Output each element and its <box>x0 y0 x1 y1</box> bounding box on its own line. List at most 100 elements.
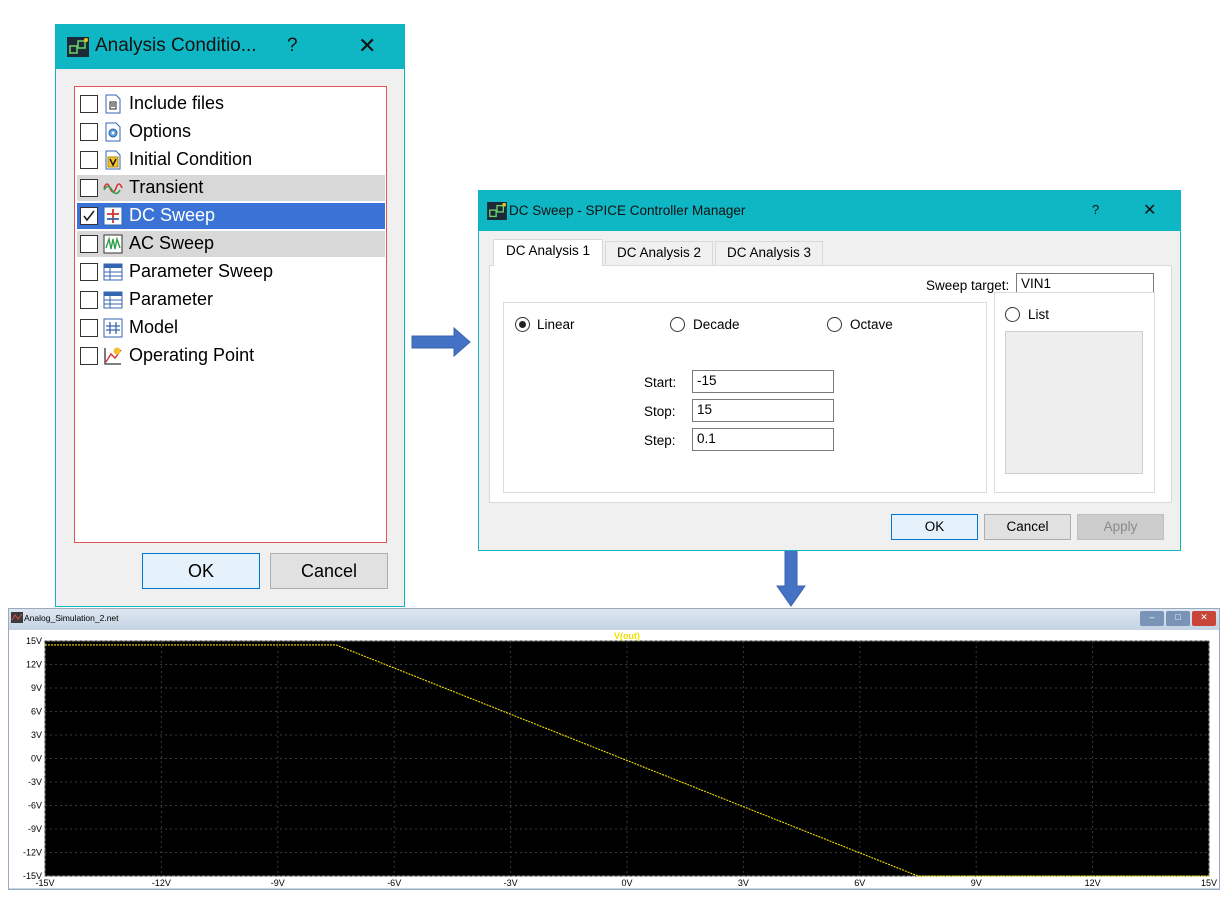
y-tick-label: -12V <box>23 848 42 858</box>
operating-point-icon <box>104 347 122 365</box>
dialog-title-bar[interactable]: DC Sweep - SPICE Controller Manager ? ✕ <box>479 191 1180 231</box>
checkbox[interactable] <box>80 207 98 225</box>
list-item-parameter[interactable]: Parameter <box>77 287 385 313</box>
minimize-button[interactable]: – <box>1140 611 1164 626</box>
options-gear-icon <box>105 122 121 142</box>
list-label: List <box>1028 307 1050 322</box>
y-tick-label: -15V <box>23 871 42 881</box>
item-label: DC Sweep <box>129 205 216 225</box>
right-arrow-icon <box>411 326 471 358</box>
item-label: Transient <box>129 177 204 197</box>
down-arrow-icon <box>776 546 806 607</box>
parameter-sweep-icon <box>103 263 123 281</box>
stop-field[interactable]: 15 <box>692 399 834 422</box>
tab-dc-analysis-1[interactable]: DC Analysis 1 <box>493 239 603 266</box>
plot-area: -15V -12V -9V -6V -3V 0V 3V 6V 9V 12V 15V 15V 12V 9V 6… <box>9 630 1219 888</box>
checkmark-icon <box>83 210 95 222</box>
y-tick-label: -3V <box>28 777 42 787</box>
ok-button[interactable]: OK <box>142 553 260 589</box>
y-tick-label: 6V <box>31 707 42 717</box>
y-tick-label: 0V <box>31 754 42 764</box>
checkbox[interactable] <box>80 291 98 309</box>
checkbox[interactable] <box>80 235 98 253</box>
x-tick-label: -9V <box>271 878 285 888</box>
analysis-conditions-dialog: Analysis Conditio... ? ✕ Include files O… <box>55 24 405 607</box>
checkbox[interactable] <box>80 347 98 365</box>
step-label: Step: <box>644 433 676 448</box>
list-radio[interactable] <box>1005 307 1020 322</box>
window-title: Analog_Simulation_2.net <box>24 613 119 623</box>
list-item-dc-sweep[interactable]: DC Sweep <box>77 203 385 229</box>
tab-panel: Sweep target: VIN1 Linear Decade Octave … <box>489 265 1172 503</box>
close-button[interactable]: ✕ <box>1192 611 1216 626</box>
help-button[interactable]: ? <box>287 35 298 57</box>
window-title-bar[interactable]: Analog_Simulation_2.net – □ ✕ <box>9 609 1219 630</box>
list-item-ac-sweep[interactable]: AC Sweep <box>77 231 385 257</box>
item-label: Options <box>129 121 192 141</box>
start-field[interactable]: -15 <box>692 370 834 393</box>
app-logo-icon <box>487 202 507 220</box>
checkbox[interactable] <box>80 151 98 169</box>
app-logo-icon <box>67 37 89 57</box>
list-group: List <box>994 292 1155 493</box>
linear-radio[interactable] <box>515 317 530 332</box>
dc-sweep-icon <box>103 206 123 226</box>
list-item-model[interactable]: Model <box>77 315 385 341</box>
tab-dc-analysis-2[interactable]: DC Analysis 2 <box>605 241 713 265</box>
y-tick-label: -9V <box>28 824 42 834</box>
item-label: Operating Point <box>129 345 255 365</box>
plot-title: V(out) <box>614 631 640 641</box>
x-tick-label: 12V <box>1085 878 1101 888</box>
x-tick-label: -6V <box>387 878 401 888</box>
list-values-box[interactable] <box>1005 331 1143 474</box>
close-icon[interactable]: ✕ <box>1143 200 1156 220</box>
checkbox[interactable] <box>80 263 98 281</box>
dialog-title: Analysis Conditio... <box>95 35 257 56</box>
cancel-button[interactable]: Cancel <box>270 553 388 589</box>
close-icon[interactable]: ✕ <box>358 33 376 59</box>
cancel-button[interactable]: Cancel <box>984 514 1071 540</box>
checkbox[interactable] <box>80 123 98 141</box>
y-tick-label: 9V <box>31 683 42 693</box>
step-field[interactable]: 0.1 <box>692 428 834 451</box>
x-tick-label: 3V <box>738 878 749 888</box>
sweep-settings-group: Linear Decade Octave Start: -15 Stop: 15… <box>503 302 987 493</box>
decade-label: Decade <box>693 317 740 332</box>
checkbox[interactable] <box>80 319 98 337</box>
item-label: Parameter Sweep <box>129 261 274 281</box>
item-label: Parameter <box>129 289 214 309</box>
start-label: Start: <box>644 375 677 390</box>
item-label: Model <box>129 317 179 337</box>
octave-radio[interactable] <box>827 317 842 332</box>
parameter-icon <box>103 291 123 309</box>
checkbox[interactable] <box>80 95 98 113</box>
waveform-plot[interactable]: -15V -12V -9V -6V -3V 0V 3V 6V 9V 12V 15V 15V 12V 9V 6… <box>9 630 1219 888</box>
x-tick-label: -12V <box>152 878 171 888</box>
dc-sweep-dialog: DC Sweep - SPICE Controller Manager ? ✕ … <box>478 190 1181 551</box>
x-tick-label: 15V <box>1201 878 1217 888</box>
decade-radio[interactable] <box>670 317 685 332</box>
checkbox[interactable] <box>80 179 98 197</box>
apply-button[interactable]: Apply <box>1077 514 1164 540</box>
list-item-initial-condition[interactable]: Initial Condition <box>77 147 385 173</box>
sweep-target-label: Sweep target: <box>926 278 1010 293</box>
list-item-include-files[interactable]: Include files <box>77 91 385 117</box>
list-item-options[interactable]: Options <box>77 119 385 145</box>
list-item-parameter-sweep[interactable]: Parameter Sweep <box>77 259 385 285</box>
ok-button[interactable]: OK <box>891 514 978 540</box>
analysis-type-list: Include files Options Initial Condition … <box>74 86 387 543</box>
tab-dc-analysis-3[interactable]: DC Analysis 3 <box>715 241 823 265</box>
octave-label: Octave <box>850 317 893 332</box>
list-item-transient[interactable]: Transient <box>77 175 385 201</box>
help-button[interactable]: ? <box>1092 202 1099 217</box>
stop-label: Stop: <box>644 404 676 419</box>
linear-label: Linear <box>537 317 575 332</box>
x-tick-label: -3V <box>504 878 518 888</box>
y-tick-label: -6V <box>28 801 42 811</box>
list-item-operating-point[interactable]: Operating Point <box>77 343 385 369</box>
item-label: AC Sweep <box>129 233 215 253</box>
dialog-title-bar[interactable]: Analysis Conditio... ? ✕ <box>56 25 404 69</box>
dialog-title: DC Sweep - SPICE Controller Manager <box>509 203 746 218</box>
maximize-button[interactable]: □ <box>1166 611 1190 626</box>
transient-wave-icon <box>103 183 123 195</box>
